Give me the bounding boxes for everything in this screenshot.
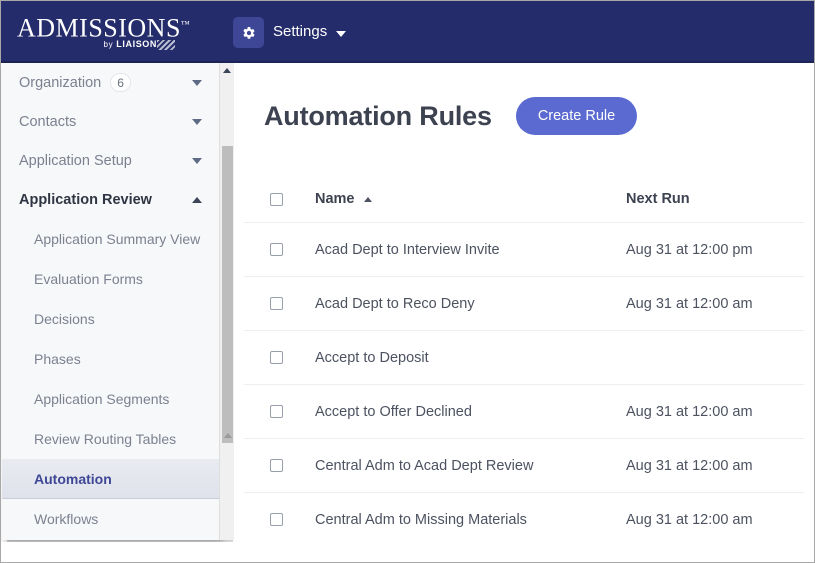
sidebar-item-label: Review Routing Tables <box>34 431 177 447</box>
scroll-up-arrow-icon[interactable] <box>223 68 231 73</box>
admissions-logo: ADMISSIONS™ by LIAISON <box>17 10 190 54</box>
rule-next-run: Aug 31 at 12:00 am <box>626 295 753 312</box>
column-header-name-label: Name <box>315 191 355 207</box>
sidebar-group-application-setup[interactable]: Application Setup <box>2 141 220 180</box>
sidebar-item-label: Application Segments <box>34 391 170 407</box>
rule-name: Acad Dept to Reco Deny <box>315 295 475 312</box>
organization-count-badge: 6 <box>110 73 131 92</box>
sidebar-item-decisions[interactable]: Decisions <box>2 299 220 339</box>
row-checkbox[interactable] <box>270 513 283 526</box>
sort-ascending-icon[interactable] <box>363 196 372 202</box>
sidebar-item-application-summary-view[interactable]: Application Summary View <box>2 219 220 259</box>
select-all-checkbox[interactable] <box>270 192 283 206</box>
row-checkbox[interactable] <box>270 243 283 256</box>
chevron-down-icon[interactable] <box>192 79 202 86</box>
app-window: ADMISSIONS™ by LIAISON Settings Organiza… <box>0 0 815 563</box>
sidebar-item-automation[interactable]: Automation <box>2 459 220 499</box>
settings-menu-label: Settings <box>273 23 328 40</box>
row-checkbox[interactable] <box>270 297 283 310</box>
logo-flag-icon <box>157 40 175 50</box>
sidebar-item-workflows[interactable]: Workflows <box>2 499 220 539</box>
rule-name: Acad Dept to Interview Invite <box>315 241 500 258</box>
logo-byline: by LIAISON <box>104 39 157 49</box>
row-select-cell <box>270 297 315 310</box>
top-header-bar: ADMISSIONS™ by LIAISON Settings <box>1 1 814 63</box>
row-select-cell <box>270 243 315 256</box>
sidebar-group-label: Organization <box>19 74 102 91</box>
rule-next-run: Aug 31 at 12:00 am <box>626 511 753 528</box>
row-select-cell <box>270 513 315 526</box>
row-select-cell <box>270 405 315 418</box>
logo-byline-brand: LIAISON <box>116 39 157 49</box>
create-rule-button[interactable]: Create Rule <box>515 97 638 135</box>
row-checkbox[interactable] <box>270 459 283 472</box>
row-checkbox[interactable] <box>270 405 283 418</box>
scrollbar-thumb[interactable] <box>222 146 233 443</box>
sidebar-item-label: Automation <box>34 470 112 487</box>
logo-wordmark: ADMISSIONS™ <box>17 10 190 43</box>
window-bottom-strip <box>1 542 814 562</box>
sidebar-item-label: Evaluation Forms <box>34 271 143 287</box>
sidebar-navigation: Organization 6 Contacts Application Setu… <box>2 63 221 540</box>
sidebar-item-evaluation-forms[interactable]: Evaluation Forms <box>2 259 220 299</box>
settings-menu[interactable]: Settings <box>273 23 347 41</box>
page-title: Automation Rules <box>264 100 492 131</box>
gear-icon <box>241 25 257 41</box>
rule-name: Central Adm to Acad Dept Review <box>315 457 534 474</box>
table-header-row: Name Next Run <box>244 176 804 223</box>
sidebar-group-contacts[interactable]: Contacts <box>2 102 220 141</box>
column-header-name[interactable]: Name <box>315 191 626 207</box>
row-checkbox[interactable] <box>270 351 283 364</box>
logo-byline-by: by <box>103 40 114 49</box>
sidebar-item-label: Workflows <box>34 511 99 527</box>
table-row[interactable]: Acad Dept to Interview Invite Aug 31 at … <box>244 223 804 277</box>
sidebar-item-review-routing-tables[interactable]: Review Routing Tables <box>2 419 220 459</box>
page-header: Automation Rules Create Rule <box>264 97 638 135</box>
logo-trademark: ™ <box>180 19 191 29</box>
table-row[interactable]: Accept to Offer Declined Aug 31 at 12:00… <box>244 385 804 439</box>
sidebar-scrollbar[interactable] <box>219 63 234 540</box>
automation-rules-table: Name Next Run Acad Dept to Interview Inv… <box>244 176 804 543</box>
caret-down-icon <box>336 30 347 37</box>
table-row[interactable]: Accept to Deposit <box>244 331 804 385</box>
rule-name: Central Adm to Missing Materials <box>315 511 527 528</box>
rule-next-run: Aug 31 at 12:00 am <box>626 403 753 420</box>
sidebar-group-label: Application Setup <box>19 152 132 169</box>
sidebar-item-label: Application Summary View <box>34 231 201 247</box>
table-row[interactable]: Acad Dept to Reco Deny Aug 31 at 12:00 a… <box>244 277 804 331</box>
row-select-cell <box>270 351 315 364</box>
sidebar-item-label: Phases <box>34 351 81 367</box>
sidebar-item-application-segments[interactable]: Application Segments <box>2 379 220 419</box>
chevron-down-icon[interactable] <box>192 118 202 125</box>
sidebar-group-label: Contacts <box>19 113 77 130</box>
sidebar-group-label: Application Review <box>19 191 152 208</box>
table-row[interactable]: Central Adm to Acad Dept Review Aug 31 a… <box>244 439 804 493</box>
column-header-next-run[interactable]: Next Run <box>626 191 804 207</box>
sidebar-item-phases[interactable]: Phases <box>2 339 220 379</box>
rule-next-run: Aug 31 at 12:00 pm <box>626 241 753 258</box>
sidebar-item-label: Decisions <box>34 311 95 327</box>
row-select-cell <box>270 459 315 472</box>
chevron-down-icon[interactable] <box>192 157 202 164</box>
main-content-panel: Automation Rules Create Rule Name Next R… <box>234 63 814 544</box>
sidebar-group-organization[interactable]: Organization 6 <box>2 63 220 102</box>
rule-name: Accept to Deposit <box>315 349 429 366</box>
select-all-cell <box>270 192 315 206</box>
sidebar-group-application-review[interactable]: Application Review <box>2 180 220 219</box>
chevron-up-icon[interactable] <box>192 196 202 203</box>
gear-icon-button[interactable] <box>233 17 264 48</box>
table-row[interactable]: Central Adm to Missing Materials Aug 31 … <box>244 493 804 543</box>
rule-next-run: Aug 31 at 12:00 am <box>626 457 753 474</box>
rule-name: Accept to Offer Declined <box>315 403 472 420</box>
